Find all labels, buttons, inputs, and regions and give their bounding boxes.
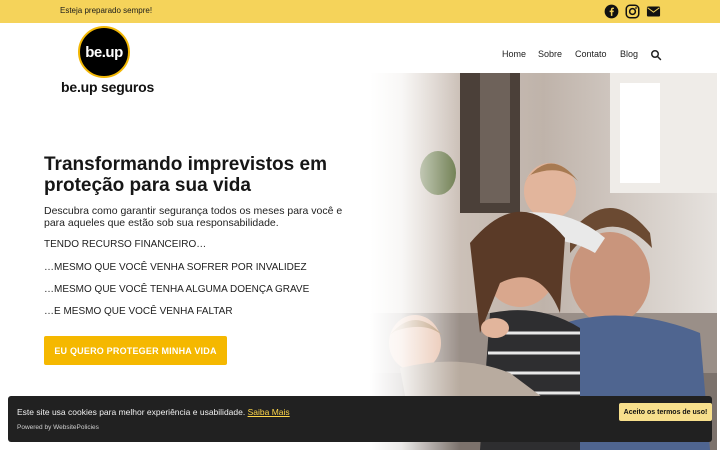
logo-badge-text: be.up: [85, 43, 123, 61]
cookie-learn-more-link[interactable]: Saiba Mais: [248, 407, 290, 417]
hero-photo-fade: [370, 73, 460, 450]
hero-subtitle: Descubra como garantir segurança todos o…: [44, 205, 343, 229]
tagline: Esteja preparado sempre!: [60, 6, 153, 15]
logo-text[interactable]: be.up seguros: [61, 79, 154, 95]
cookie-message-text: Este site usa cookies para melhor experi…: [17, 407, 246, 417]
hero-line-4: …E MESMO QUE VOCÊ VENHA FALTAR: [44, 306, 233, 317]
hero-line-3: …MESMO QUE VOCÊ TENHA ALGUMA DOENÇA GRAV…: [44, 284, 310, 295]
nav-contato[interactable]: Contato: [575, 49, 607, 59]
nav-home[interactable]: Home: [502, 49, 526, 59]
cookie-accept-button[interactable]: Aceito os termos de uso!: [619, 403, 712, 421]
search-icon[interactable]: [650, 48, 662, 61]
logo-badge[interactable]: be.up: [78, 26, 130, 78]
hero-line-2: …MESMO QUE VOCÊ VENHA SOFRER POR INVALID…: [44, 262, 307, 273]
instagram-icon[interactable]: [625, 4, 640, 19]
nav-sobre[interactable]: Sobre: [538, 49, 562, 59]
envelope-icon[interactable]: [646, 4, 661, 19]
cookie-powered-by[interactable]: Powered by WebsitePolicies: [17, 424, 99, 431]
cookie-banner: Este site usa cookies para melhor experi…: [8, 396, 712, 442]
facebook-icon[interactable]: [604, 4, 619, 19]
cookie-message: Este site usa cookies para melhor experi…: [17, 407, 290, 417]
hero-line-1: TENDO RECURSO FINANCEIRO…: [44, 239, 207, 250]
top-bar: Esteja preparado sempre!: [0, 0, 720, 23]
hero-title: Transformando imprevistos em proteção pa…: [44, 154, 327, 196]
nav-blog[interactable]: Blog: [620, 49, 638, 59]
cta-protect-button[interactable]: EU QUERO PROTEGER MINHA VIDA: [44, 336, 227, 365]
